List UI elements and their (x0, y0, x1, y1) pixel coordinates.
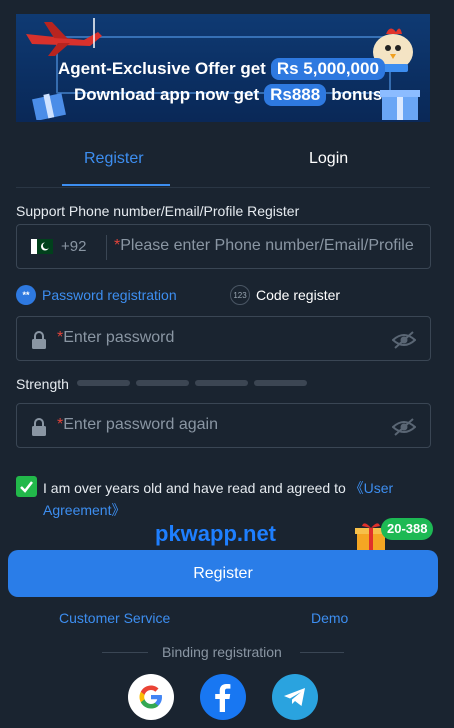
google-icon (139, 685, 162, 709)
phone-email-field[interactable]: +92 *Please enter Phone number/Email/Pro… (16, 224, 431, 269)
phone-placeholder: Please enter Phone number/Email/Profile (120, 237, 414, 254)
agreement-text: I am over years old and have read and ag… (43, 477, 423, 521)
banner-line-2-suffix: bonus (331, 85, 383, 104)
strength-bar (77, 380, 130, 386)
tab-login[interactable]: Login (309, 150, 348, 168)
support-label: Support Phone number/Email/Profile Regis… (16, 203, 300, 219)
password-input[interactable]: *Enter password (57, 329, 174, 347)
lock-icon (32, 331, 46, 349)
strength-label: Strength (16, 376, 69, 392)
strength-bar (136, 380, 189, 386)
customer-service-link[interactable]: Customer Service (59, 610, 170, 626)
tab-register[interactable]: Register (84, 150, 144, 168)
password-placeholder: Enter password (63, 329, 175, 346)
divider-line (300, 652, 344, 653)
promo-badge[interactable]: 20-388 (381, 518, 434, 540)
banner-line-2-text: Download app now get (74, 85, 260, 104)
telegram-login-button[interactable] (272, 674, 318, 720)
auth-tabs: Register Login (16, 142, 430, 188)
code-register-icon: 123 (230, 285, 250, 305)
code-register-option[interactable]: 123 Code register (230, 285, 340, 305)
pakistan-flag-icon[interactable] (31, 239, 53, 254)
binding-registration-label: Binding registration (162, 644, 282, 660)
password-registration-option[interactable]: ** Password registration (16, 285, 177, 305)
confirm-password-field[interactable]: *Enter password again (16, 403, 431, 448)
facebook-login-button[interactable] (200, 674, 246, 720)
password-registration-icon: ** (16, 285, 36, 305)
gift-box-icon (32, 93, 66, 120)
demo-link[interactable]: Demo (311, 610, 348, 626)
banner-amount-1: Rs 5,000,000 (270, 58, 385, 80)
register-button[interactable]: Register (8, 550, 438, 597)
promo-banner[interactable]: Agent-Exclusive Offer get Rs 5,000,000 D… (16, 14, 430, 122)
confirm-password-placeholder: Enter password again (63, 416, 218, 433)
password-registration-label: Password registration (42, 287, 177, 303)
banner-line-1: Agent-Exclusive Offer get Rs 5,000,000 (58, 58, 385, 80)
code-register-label: Code register (256, 287, 341, 303)
confirm-password-input[interactable]: *Enter password again (57, 416, 218, 434)
country-code[interactable]: +92 (61, 238, 86, 255)
agreement-label: I am over years old and have read and ag… (43, 480, 346, 496)
strength-bar (254, 380, 307, 386)
facebook-icon (215, 684, 231, 712)
telegram-icon (284, 688, 305, 706)
password-field[interactable]: *Enter password (16, 316, 431, 361)
strength-bar (195, 380, 248, 386)
site-watermark: pkwapp.net (155, 521, 277, 546)
field-divider (106, 235, 107, 260)
google-login-button[interactable] (128, 674, 174, 720)
agree-checkbox[interactable] (16, 476, 37, 497)
gift-box-icon (380, 90, 420, 120)
banner-amount-2: Rs888 (264, 84, 327, 106)
eye-hidden-icon[interactable] (392, 417, 416, 437)
banner-line-1-text: Agent-Exclusive Offer get (58, 59, 266, 78)
eye-hidden-icon[interactable] (392, 330, 416, 350)
divider-line (102, 652, 148, 653)
phone-input[interactable]: *Please enter Phone number/Email/Profile (114, 237, 424, 255)
lock-icon (32, 418, 46, 436)
banner-line-2: Download app now get Rs888 bonus (74, 84, 382, 106)
airplane-icon (26, 18, 102, 56)
active-tab-indicator (62, 184, 170, 186)
